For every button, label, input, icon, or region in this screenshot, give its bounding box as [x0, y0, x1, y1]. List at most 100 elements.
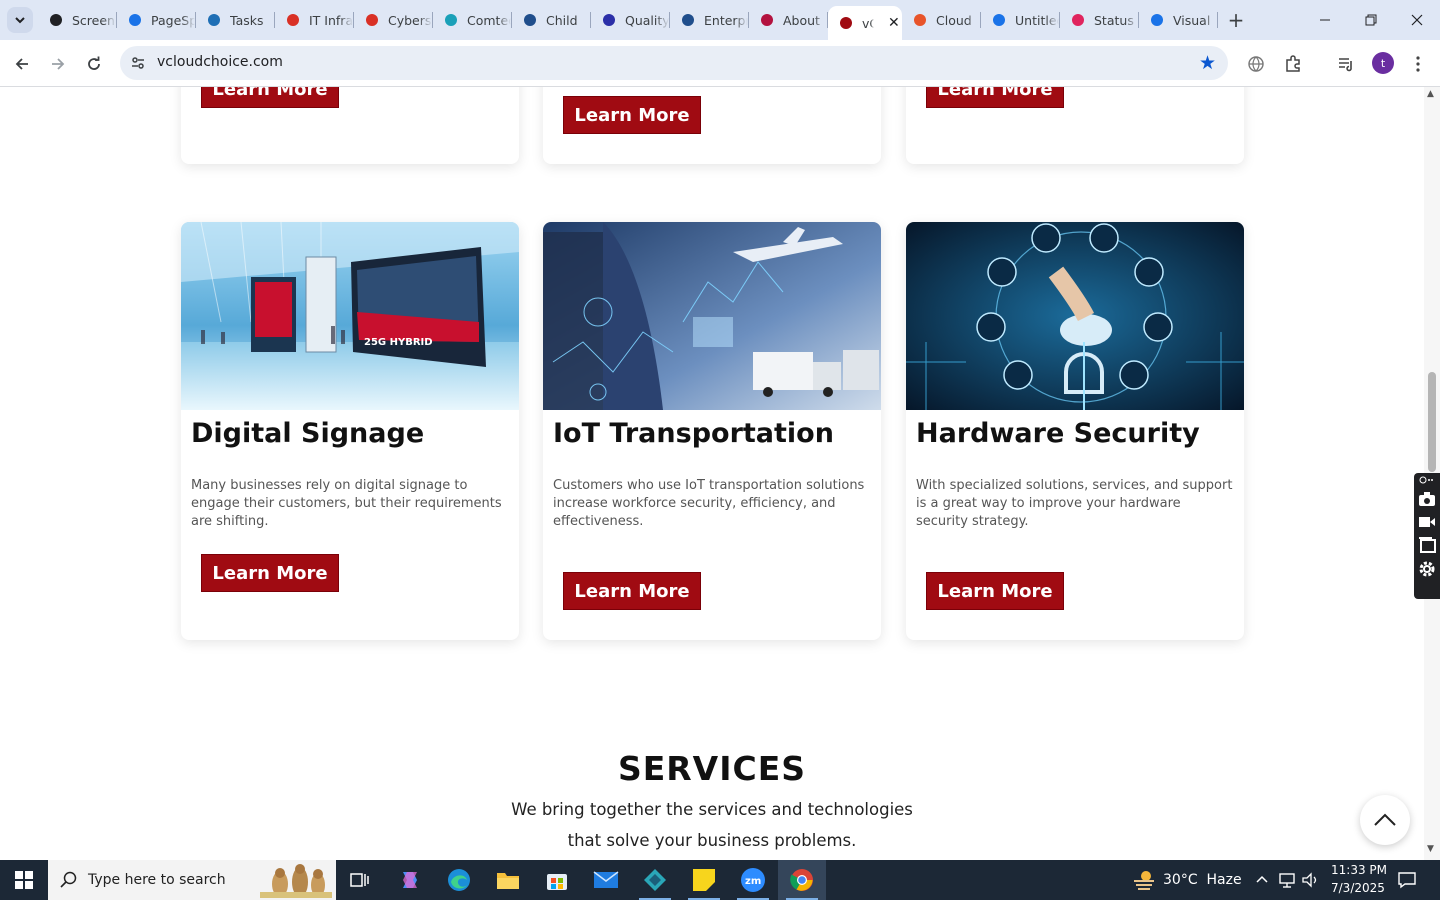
chrome-icon: [790, 869, 813, 891]
weather-text[interactable]: 30°C Haze: [1163, 872, 1242, 888]
back-button[interactable]: [8, 50, 36, 78]
url-text[interactable]: vcloudchoice.com: [157, 54, 283, 70]
taskbar-app-diamond[interactable]: [631, 860, 679, 900]
card-title: Hardware Security: [916, 418, 1200, 449]
taskbar-sticky-notes[interactable]: [680, 860, 728, 900]
tab-4[interactable]: Cybersecurity: [354, 0, 433, 40]
network-icon[interactable]: [1278, 871, 1296, 889]
minimize-icon: [1320, 19, 1330, 21]
close-icon: [1411, 14, 1423, 26]
profile-avatar[interactable]: t: [1372, 52, 1394, 74]
card-hardware-security: Hardware Security With specialized solut…: [906, 222, 1244, 640]
taskbar-store[interactable]: [533, 860, 581, 900]
search-placeholder: Type here to search: [88, 872, 226, 888]
taskbar-copilot[interactable]: [386, 860, 434, 900]
taskbar-file-explorer[interactable]: [484, 860, 532, 900]
taskbar-mail[interactable]: [582, 860, 630, 900]
gear-icon[interactable]: [1418, 560, 1436, 578]
card-description: Customers who use IoT transportation sol…: [553, 478, 865, 529]
bookmark-star-icon[interactable]: ★: [1199, 52, 1216, 74]
window-icon[interactable]: [1418, 537, 1436, 553]
tab-favicon-icon: [838, 15, 854, 31]
tab-title: IT Infrastructure: [309, 12, 353, 28]
learn-more-button[interactable]: Learn More: [201, 87, 339, 108]
volume-icon[interactable]: [1301, 871, 1319, 889]
card-title: Digital Signage: [191, 418, 425, 449]
site-info-icon[interactable]: [128, 53, 148, 73]
tab-title: Enterprise: [704, 12, 748, 28]
address-bar[interactable]: vcloudchoice.com ★: [120, 46, 1228, 80]
scrollbar-thumb[interactable]: [1428, 372, 1436, 472]
chevron-up-icon[interactable]: [1256, 874, 1268, 884]
reload-button[interactable]: [80, 50, 108, 78]
learn-more-button[interactable]: Learn More: [563, 572, 701, 610]
weather-haze-icon: [1134, 871, 1154, 890]
minimize-button[interactable]: [1302, 0, 1348, 40]
task-view-icon: [350, 873, 369, 887]
close-window-button[interactable]: [1394, 0, 1440, 40]
tab-5[interactable]: Comtech: [433, 0, 512, 40]
tab-title: About: [783, 12, 820, 28]
restore-icon: [1365, 14, 1377, 26]
extensions-icon[interactable]: [1281, 52, 1305, 76]
tab-2[interactable]: Tasks: [196, 0, 275, 40]
translate-icon[interactable]: [1244, 52, 1268, 76]
media-control-icon[interactable]: [1334, 52, 1358, 76]
tab-title: Cybersecurity: [388, 12, 432, 28]
tab-12[interactable]: Untitled: [981, 0, 1060, 40]
tab-1[interactable]: PageSpeed: [117, 0, 196, 40]
new-tab-button[interactable]: +: [1224, 8, 1248, 32]
tab-0[interactable]: Screencastify: [38, 0, 117, 40]
plus-icon: +: [1227, 8, 1245, 32]
arrow-right-icon: [52, 58, 65, 70]
forward-button[interactable]: [44, 50, 72, 78]
tab-14[interactable]: Visual: [1139, 0, 1218, 40]
search-icon: [60, 871, 77, 888]
browser-toolbar: vcloudchoice.com ★ t: [0, 40, 1440, 87]
clock-date[interactable]: 7/3/2025: [1331, 881, 1385, 895]
scroll-to-top-button[interactable]: [1360, 795, 1410, 845]
tab-title: Cloud: [936, 12, 972, 28]
tab-9[interactable]: About: [749, 0, 828, 40]
tab-10[interactable]: vCloudChoice ✕: [828, 6, 902, 40]
taskbar-chrome[interactable]: [778, 860, 826, 900]
tab-6[interactable]: Child: [512, 0, 591, 40]
windows-logo-icon: [15, 871, 33, 889]
learn-more-button[interactable]: Learn More: [563, 96, 701, 134]
menu-kebab-icon[interactable]: [1406, 52, 1430, 76]
taskbar-zoom[interactable]: zm: [729, 860, 777, 900]
tab-close-icon[interactable]: ✕: [888, 15, 900, 31]
task-view-button[interactable]: [336, 860, 384, 900]
tab-favicon-icon: [206, 12, 222, 28]
tab-13[interactable]: Status: [1060, 0, 1139, 40]
learn-more-button[interactable]: Learn More: [926, 572, 1064, 610]
camera-icon[interactable]: [1418, 491, 1436, 507]
card-description: Many businesses rely on digital signage …: [191, 478, 502, 529]
learn-more-button[interactable]: Learn More: [201, 554, 339, 592]
tab-7[interactable]: Quality: [591, 0, 670, 40]
sticky-note-icon: [693, 869, 715, 891]
mail-icon: [593, 871, 619, 888]
restore-button[interactable]: [1348, 0, 1394, 40]
notification-icon[interactable]: [1397, 871, 1417, 889]
folder-icon: [497, 873, 519, 889]
tab-8[interactable]: Enterprise: [670, 0, 749, 40]
tab-11[interactable]: Cloud: [902, 0, 981, 40]
tab-title: Screencastify: [72, 12, 116, 28]
tab-title: Child: [546, 12, 578, 28]
tab-favicon-icon: [601, 12, 617, 28]
pin-icon[interactable]: [1419, 476, 1435, 484]
tab-search-button[interactable]: [7, 7, 33, 33]
taskbar-search-box[interactable]: Type here to search: [48, 860, 336, 900]
learn-more-button[interactable]: Learn More: [926, 87, 1064, 108]
tab-favicon-icon: [1149, 12, 1165, 28]
diamond-app-icon: [644, 869, 666, 891]
taskbar-edge[interactable]: [435, 860, 483, 900]
tab-3[interactable]: IT Infrastructure: [275, 0, 354, 40]
card-description: With specialized solutions, services, an…: [916, 478, 1233, 529]
video-camera-icon[interactable]: [1418, 514, 1436, 530]
scroll-up-arrow-icon[interactable]: ▲: [1427, 89, 1434, 99]
scroll-down-arrow-icon[interactable]: ▼: [1427, 844, 1434, 854]
start-button[interactable]: [0, 860, 48, 900]
clock-time[interactable]: 11:33 PM: [1331, 863, 1387, 877]
